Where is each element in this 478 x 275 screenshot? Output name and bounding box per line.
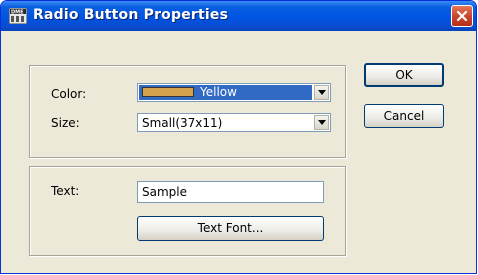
size-dropdown-button[interactable]	[314, 115, 329, 130]
color-dropdown-button[interactable]	[314, 85, 329, 100]
text-input-value: Sample	[142, 185, 187, 199]
dme-app-icon: DME	[8, 7, 28, 25]
cancel-button[interactable]: Cancel	[364, 104, 444, 128]
size-label: Size:	[51, 116, 80, 130]
chevron-down-icon	[318, 90, 326, 95]
svg-text:DME: DME	[11, 10, 24, 16]
title-bar[interactable]: DME Radio Button Properties	[1, 1, 476, 31]
ok-button[interactable]: OK	[364, 63, 444, 87]
color-dropdown[interactable]: Yellow	[137, 83, 331, 102]
text-group: Text: Sample Text Font...	[29, 166, 346, 256]
text-input[interactable]: Sample	[137, 181, 324, 203]
appearance-group: Color: Yellow Size: Small(37x11)	[29, 65, 346, 158]
size-value: Small(37x11)	[142, 116, 223, 130]
chevron-down-icon	[318, 120, 326, 125]
color-label: Color:	[51, 87, 87, 101]
size-dropdown[interactable]: Small(37x11)	[137, 113, 331, 132]
text-label: Text:	[51, 184, 80, 198]
color-swatch	[142, 87, 194, 97]
dialog-window: DME Radio Button Properties Color: Yello…	[0, 0, 477, 274]
close-icon	[456, 10, 468, 22]
color-value: Yellow	[200, 85, 237, 99]
text-font-button[interactable]: Text Font...	[137, 216, 324, 241]
window-title: Radio Button Properties	[33, 7, 229, 23]
ok-button-label: OK	[395, 68, 413, 82]
close-button[interactable]	[451, 5, 473, 27]
text-font-button-label: Text Font...	[197, 221, 264, 235]
cancel-button-label: Cancel	[383, 109, 425, 123]
